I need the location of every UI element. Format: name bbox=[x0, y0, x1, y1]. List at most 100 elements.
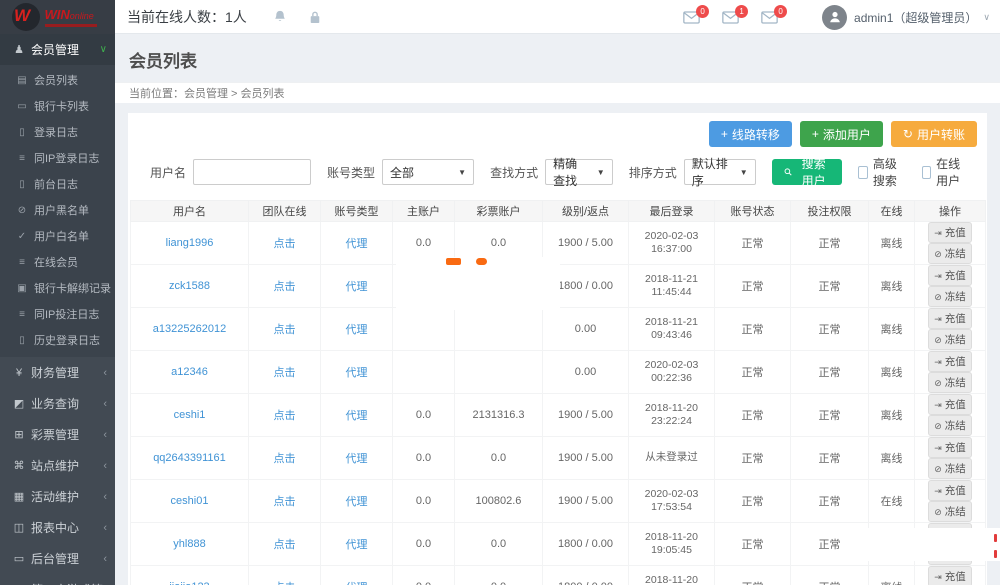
sort-label: 排序方式 bbox=[629, 164, 677, 181]
admin-menu[interactable]: admin1（超级管理员） bbox=[854, 9, 977, 26]
bet-permission-cell: 正常 bbox=[791, 480, 869, 523]
mail-icon[interactable]: 0 bbox=[683, 11, 700, 24]
main-balance-cell: 0.0 bbox=[393, 523, 455, 566]
username-link[interactable]: yhl888 bbox=[131, 523, 249, 566]
chevron-down-icon[interactable]: ∨ bbox=[983, 12, 990, 23]
username-link[interactable]: a12346 bbox=[131, 351, 249, 394]
recharge-button[interactable]: ⇥ 充值 bbox=[928, 222, 971, 243]
search-mode-select[interactable]: 精确查找 ▼ bbox=[545, 159, 613, 185]
freeze-button[interactable]: ⊘ 冻结 bbox=[928, 329, 971, 350]
ban-icon: ⊘ bbox=[934, 421, 942, 431]
actions-cell: ⇥ 充值⊘ 冻结 bbox=[915, 480, 986, 523]
column-header: 在线 bbox=[869, 201, 915, 222]
line-transfer-button[interactable]: +线路转移 bbox=[709, 121, 792, 147]
sidebar-item-member-list[interactable]: ▤会员列表 bbox=[0, 67, 115, 93]
bet-permission-cell: 正常 bbox=[791, 308, 869, 351]
freeze-button[interactable]: ⊘ 冻结 bbox=[928, 372, 971, 393]
account-type-cell[interactable]: 代理 bbox=[321, 523, 393, 566]
sort-select[interactable]: 默认排序 ▼ bbox=[684, 159, 756, 185]
freeze-button[interactable]: ⊘ 冻结 bbox=[928, 286, 971, 307]
freeze-button[interactable]: ⊘ 冻结 bbox=[928, 415, 971, 436]
sidebar-item-bank-card-list[interactable]: ▭银行卡列表 bbox=[0, 93, 115, 119]
last-login-cell: 2018-11-2111:45:44 bbox=[629, 265, 715, 308]
account-type-cell[interactable]: 代理 bbox=[321, 437, 393, 480]
username-link[interactable]: jiajia123 bbox=[131, 566, 249, 585]
username-link[interactable]: ceshi1 bbox=[131, 394, 249, 437]
username-input[interactable] bbox=[193, 159, 311, 185]
team-online-link[interactable]: 点击 bbox=[249, 566, 321, 585]
sidebar-item-site-maintain[interactable]: ⌘站点维护‹ bbox=[0, 450, 115, 481]
account-type-label: 账号类型 bbox=[327, 164, 375, 181]
sign-in-icon: ⇥ bbox=[934, 228, 942, 238]
account-type-cell[interactable]: 代理 bbox=[321, 265, 393, 308]
team-online-link[interactable]: 点击 bbox=[249, 308, 321, 351]
recharge-button[interactable]: ⇥ 充值 bbox=[928, 394, 971, 415]
sidebar-item-same-ip-login-log[interactable]: ≡同IP登录日志 bbox=[0, 145, 115, 171]
advanced-search-checkbox[interactable]: 高级搜索 bbox=[858, 155, 905, 189]
sidebar-item-online-members[interactable]: ≡在线会员 bbox=[0, 249, 115, 275]
team-online-link[interactable]: 点击 bbox=[249, 394, 321, 437]
recharge-button[interactable]: ⇥ 充值 bbox=[928, 480, 971, 501]
user-transfer-button[interactable]: ↻用户转账 bbox=[891, 121, 977, 147]
online-user-checkbox[interactable]: 在线用户 bbox=[922, 155, 969, 189]
mail-icon[interactable]: 1 bbox=[722, 11, 739, 24]
account-type-cell[interactable]: 代理 bbox=[321, 351, 393, 394]
column-header: 投注权限 bbox=[791, 201, 869, 222]
sidebar-item-history-login-log[interactable]: ▯历史登录日志 bbox=[0, 327, 115, 353]
sidebar-item-front-log[interactable]: ▯前台日志 bbox=[0, 171, 115, 197]
recharge-button[interactable]: ⇥ 充值 bbox=[928, 308, 971, 329]
username-link[interactable]: ceshi01 bbox=[131, 480, 249, 523]
team-online-link[interactable]: 点击 bbox=[249, 351, 321, 394]
sidebar-item-third-party-game[interactable]: ♟第三方游戏管理‹ bbox=[0, 574, 115, 585]
sidebar-item-login-log[interactable]: ▯登录日志 bbox=[0, 119, 115, 145]
account-status-cell: 正常 bbox=[715, 566, 791, 585]
account-type-cell[interactable]: 代理 bbox=[321, 308, 393, 351]
sidebar-item-report-center[interactable]: ◫报表中心‹ bbox=[0, 512, 115, 543]
search-user-button[interactable]: 搜索用户 bbox=[772, 159, 843, 185]
last-login-cell: 从未登录过 bbox=[629, 437, 715, 480]
lock-icon[interactable] bbox=[309, 10, 321, 24]
app-logo[interactable]: W WINonline bbox=[0, 0, 115, 34]
sidebar-item-bank-card-unbind-log[interactable]: ▣银行卡解绑记录 bbox=[0, 275, 115, 301]
recharge-button[interactable]: ⇥ 充值 bbox=[928, 265, 971, 286]
avatar[interactable] bbox=[822, 5, 847, 30]
account-type-select[interactable]: 全部 ▼ bbox=[382, 159, 474, 185]
team-online-link[interactable]: 点击 bbox=[249, 480, 321, 523]
team-online-link[interactable]: 点击 bbox=[249, 222, 321, 265]
last-login-cell: 2020-02-0300:22:36 bbox=[629, 351, 715, 394]
freeze-button[interactable]: ⊘ 冻结 bbox=[928, 501, 971, 522]
recharge-button[interactable]: ⇥ 充值 bbox=[928, 351, 971, 372]
chevron-left-icon: ‹ bbox=[103, 398, 107, 410]
level-rebate-cell: 1900 / 5.00 bbox=[543, 480, 629, 523]
account-type-cell[interactable]: 代理 bbox=[321, 394, 393, 437]
username-link[interactable]: qq2643391161 bbox=[131, 437, 249, 480]
sidebar-item-member-manage[interactable]: ♟会员管理∨ bbox=[0, 34, 115, 65]
team-online-link[interactable]: 点击 bbox=[249, 265, 321, 308]
sidebar-item-backend-manage[interactable]: ▭后台管理‹ bbox=[0, 543, 115, 574]
account-type-cell[interactable]: 代理 bbox=[321, 566, 393, 585]
sidebar-item-activity-maintain[interactable]: ▦活动维护‹ bbox=[0, 481, 115, 512]
bell-icon[interactable] bbox=[273, 9, 287, 24]
sidebar-item-user-whitelist[interactable]: ✓用户白名单 bbox=[0, 223, 115, 249]
content-card: +线路转移+添加用户↻用户转账 用户名 账号类型 全部 ▼ 查找方式 精确查找 … bbox=[128, 113, 987, 585]
sidebar-item-lottery-manage[interactable]: ⊞彩票管理‹ bbox=[0, 419, 115, 450]
freeze-button[interactable]: ⊘ 冻结 bbox=[928, 243, 971, 264]
account-type-cell[interactable]: 代理 bbox=[321, 480, 393, 523]
freeze-button[interactable]: ⊘ 冻结 bbox=[928, 458, 971, 479]
mail-edit-icon[interactable]: 0 bbox=[761, 11, 778, 24]
team-online-link[interactable]: 点击 bbox=[249, 523, 321, 566]
username-link[interactable]: zck1588 bbox=[131, 265, 249, 308]
add-user-button[interactable]: +添加用户 bbox=[800, 121, 883, 147]
sidebar-item-user-blacklist[interactable]: ⊘用户黑名单 bbox=[0, 197, 115, 223]
sidebar-item-finance-manage[interactable]: ¥财务管理‹ bbox=[0, 357, 115, 388]
recharge-button[interactable]: ⇥ 充值 bbox=[928, 437, 971, 458]
recharge-button[interactable]: ⇥ 充值 bbox=[928, 566, 971, 585]
sidebar-item-business-query[interactable]: ◩业务查询‹ bbox=[0, 388, 115, 419]
chevron-left-icon: ‹ bbox=[103, 460, 107, 472]
username-link[interactable]: a13225262012 bbox=[131, 308, 249, 351]
sidebar-item-same-ip-bet-log[interactable]: ≡同IP投注日志 bbox=[0, 301, 115, 327]
account-type-cell[interactable]: 代理 bbox=[321, 222, 393, 265]
monitor-icon: ▭ bbox=[11, 552, 27, 565]
team-online-link[interactable]: 点击 bbox=[249, 437, 321, 480]
username-link[interactable]: liang1996 bbox=[131, 222, 249, 265]
